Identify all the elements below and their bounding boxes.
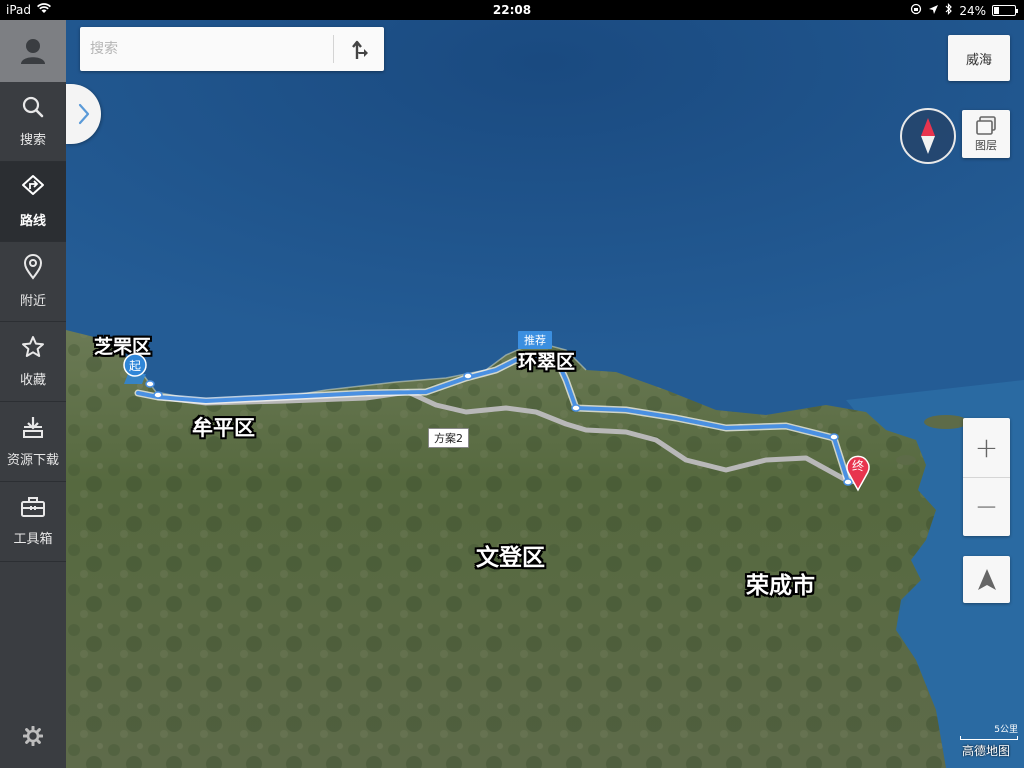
- start-pin[interactable]: 起: [122, 352, 152, 392]
- end-marker-label: 终: [852, 458, 864, 473]
- search-bar: [80, 27, 384, 71]
- scale-bar: 5公里: [960, 722, 1018, 740]
- sidebar-item-toolbox[interactable]: 工具箱: [0, 482, 66, 562]
- sidebar-item-label: 搜索: [19, 133, 46, 148]
- sidebar-item-favorites[interactable]: 收藏: [0, 322, 66, 402]
- settings-button[interactable]: [0, 726, 66, 746]
- orientation-lock-icon: [910, 3, 922, 18]
- route-arrow-icon: [352, 40, 368, 59]
- sidebar-item-download[interactable]: 资源下载: [0, 402, 66, 482]
- map-label-muping: 牟平区: [192, 416, 255, 440]
- zoom-controls: + −: [963, 418, 1010, 536]
- sidebar-item-search[interactable]: 搜索: [0, 82, 66, 162]
- route-node: [153, 391, 163, 399]
- status-bar: iPad 22:08 24%: [0, 0, 1024, 20]
- sidebar-item-label: 收藏: [19, 373, 46, 388]
- sidebar-item-label: 工具箱: [13, 532, 53, 547]
- scale-label: 5公里: [994, 725, 1018, 735]
- alt-route-tag[interactable]: 方案2: [428, 428, 469, 448]
- battery-percent: 24%: [959, 3, 986, 18]
- brand-watermark: 高德地图: [962, 744, 1011, 758]
- sidebar-item-label: 路线: [19, 214, 46, 229]
- start-marker-label: 起: [129, 359, 141, 373]
- search-input[interactable]: [90, 37, 326, 61]
- compass-icon: [921, 118, 935, 154]
- sidebar: 搜索 路线 附近 收藏 资源下载 工具箱: [0, 20, 66, 768]
- sidebar-item-route[interactable]: 路线: [0, 162, 66, 242]
- battery-icon: [992, 5, 1018, 16]
- chevron-right-icon: [78, 103, 89, 125]
- location-pin-icon: [22, 254, 44, 284]
- map-view[interactable]: [66, 20, 1024, 768]
- avatar[interactable]: [0, 20, 66, 82]
- route-icon: [21, 174, 45, 204]
- route-node: [463, 372, 473, 380]
- scale-bar-line: [960, 736, 1018, 740]
- recommended-route-tag[interactable]: 推荐: [518, 331, 552, 349]
- map-label-huancui: 环翠区: [518, 351, 576, 373]
- sidebar-item-label: 资源下载: [6, 453, 59, 468]
- route-node: [571, 404, 581, 412]
- location-arrow-icon: [928, 4, 939, 18]
- layers-button[interactable]: 图层: [962, 110, 1010, 158]
- locate-button[interactable]: [963, 556, 1010, 603]
- toolbox-icon: [20, 496, 46, 522]
- gear-icon: [23, 726, 43, 746]
- compass-button[interactable]: [900, 108, 956, 164]
- download-icon: [21, 415, 45, 443]
- sidebar-item-nearby[interactable]: 附近: [0, 242, 66, 322]
- layers-label: 图层: [975, 138, 997, 152]
- navigation-arrow-icon: [977, 568, 996, 590]
- zoom-in-button[interactable]: +: [963, 419, 1010, 477]
- end-pin[interactable]: 终: [844, 452, 872, 496]
- map-label-wendeng: 文登区: [476, 545, 545, 571]
- route-node: [829, 433, 839, 441]
- alt-route-line[interactable]: [155, 389, 859, 485]
- user-icon: [21, 39, 45, 64]
- search-divider: [333, 35, 334, 63]
- city-button[interactable]: 威海: [948, 35, 1010, 81]
- clock: 22:08: [492, 3, 532, 17]
- route-overlay: [134, 354, 859, 486]
- sidebar-item-label: 附近: [19, 294, 46, 309]
- battery-level: [994, 7, 999, 14]
- map-label-rongcheng: 荣成市: [746, 573, 815, 599]
- zoom-out-button[interactable]: −: [963, 478, 1010, 536]
- route-planning-button[interactable]: [336, 27, 384, 71]
- search-icon: [21, 95, 45, 123]
- star-icon: [21, 335, 45, 363]
- bluetooth-icon: [945, 3, 953, 18]
- layers-icon: [976, 115, 996, 135]
